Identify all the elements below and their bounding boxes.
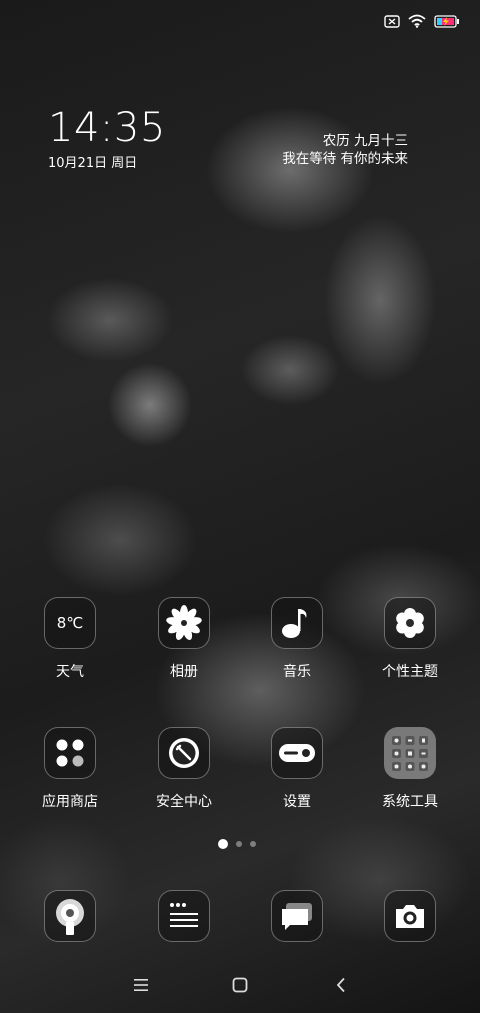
app-themes[interactable]: 个性主题: [360, 597, 460, 681]
camera-icon: [384, 890, 436, 942]
home-button[interactable]: [225, 972, 255, 998]
dock-contacts[interactable]: [134, 890, 234, 942]
no-sim-icon: [384, 14, 400, 28]
navigation-bar: [0, 972, 480, 998]
dock-messages[interactable]: [247, 890, 347, 942]
gallery-flower-icon: [158, 597, 210, 649]
back-button[interactable]: [326, 972, 356, 998]
app-label: 个性主题: [382, 664, 438, 680]
weather-icon: 8℃: [44, 597, 96, 649]
battery-charging-icon: [434, 14, 459, 28]
page-dot-active[interactable]: [218, 839, 228, 849]
status-bar: [384, 14, 460, 28]
wifi-icon: [408, 14, 426, 28]
dock-camera[interactable]: [360, 890, 460, 942]
home-icon: [232, 977, 248, 993]
app-store-dots-icon: [44, 727, 96, 779]
back-icon: [336, 977, 345, 993]
app-label: 系统工具: [382, 794, 438, 810]
app-gallery[interactable]: 相册: [134, 597, 234, 681]
menu-icon: [134, 979, 148, 991]
messages-icon: [271, 890, 323, 942]
app-label: 相册: [170, 664, 198, 680]
lunar-date: 农历 九月十三: [322, 133, 408, 149]
app-label: 应用商店: [42, 794, 98, 810]
theme-flower-icon: [384, 597, 436, 649]
clock-time[interactable]: 14:35: [48, 108, 166, 148]
app-label: 天气: [56, 664, 84, 680]
contacts-icon: [158, 890, 210, 942]
app-music[interactable]: 音乐: [247, 597, 347, 681]
weather-temp: 8℃: [56, 614, 84, 632]
app-label: 音乐: [283, 664, 311, 680]
page-indicator[interactable]: [218, 839, 256, 849]
settings-toggle-icon: [271, 727, 323, 779]
page-dot[interactable]: [250, 841, 256, 847]
page-dot[interactable]: [236, 841, 242, 847]
app-store[interactable]: 应用商店: [20, 727, 120, 811]
security-icon: [158, 727, 210, 779]
menu-button[interactable]: [126, 972, 156, 998]
app-system-tools-folder[interactable]: 系统工具: [360, 727, 460, 811]
app-label: 安全中心: [156, 794, 212, 810]
app-label: 设置: [283, 794, 311, 810]
music-note-icon: [271, 597, 323, 649]
clock-date: 10月21日 周日: [48, 156, 138, 171]
app-security[interactable]: 安全中心: [134, 727, 234, 811]
phone-icon: [44, 890, 96, 942]
motto-text: 我在等待 有你的未来: [282, 151, 408, 167]
app-settings[interactable]: 设置: [247, 727, 347, 811]
dock-phone[interactable]: [20, 890, 120, 942]
app-weather[interactable]: 8℃ 天气: [20, 597, 120, 681]
tools-folder-icon: [384, 727, 436, 779]
